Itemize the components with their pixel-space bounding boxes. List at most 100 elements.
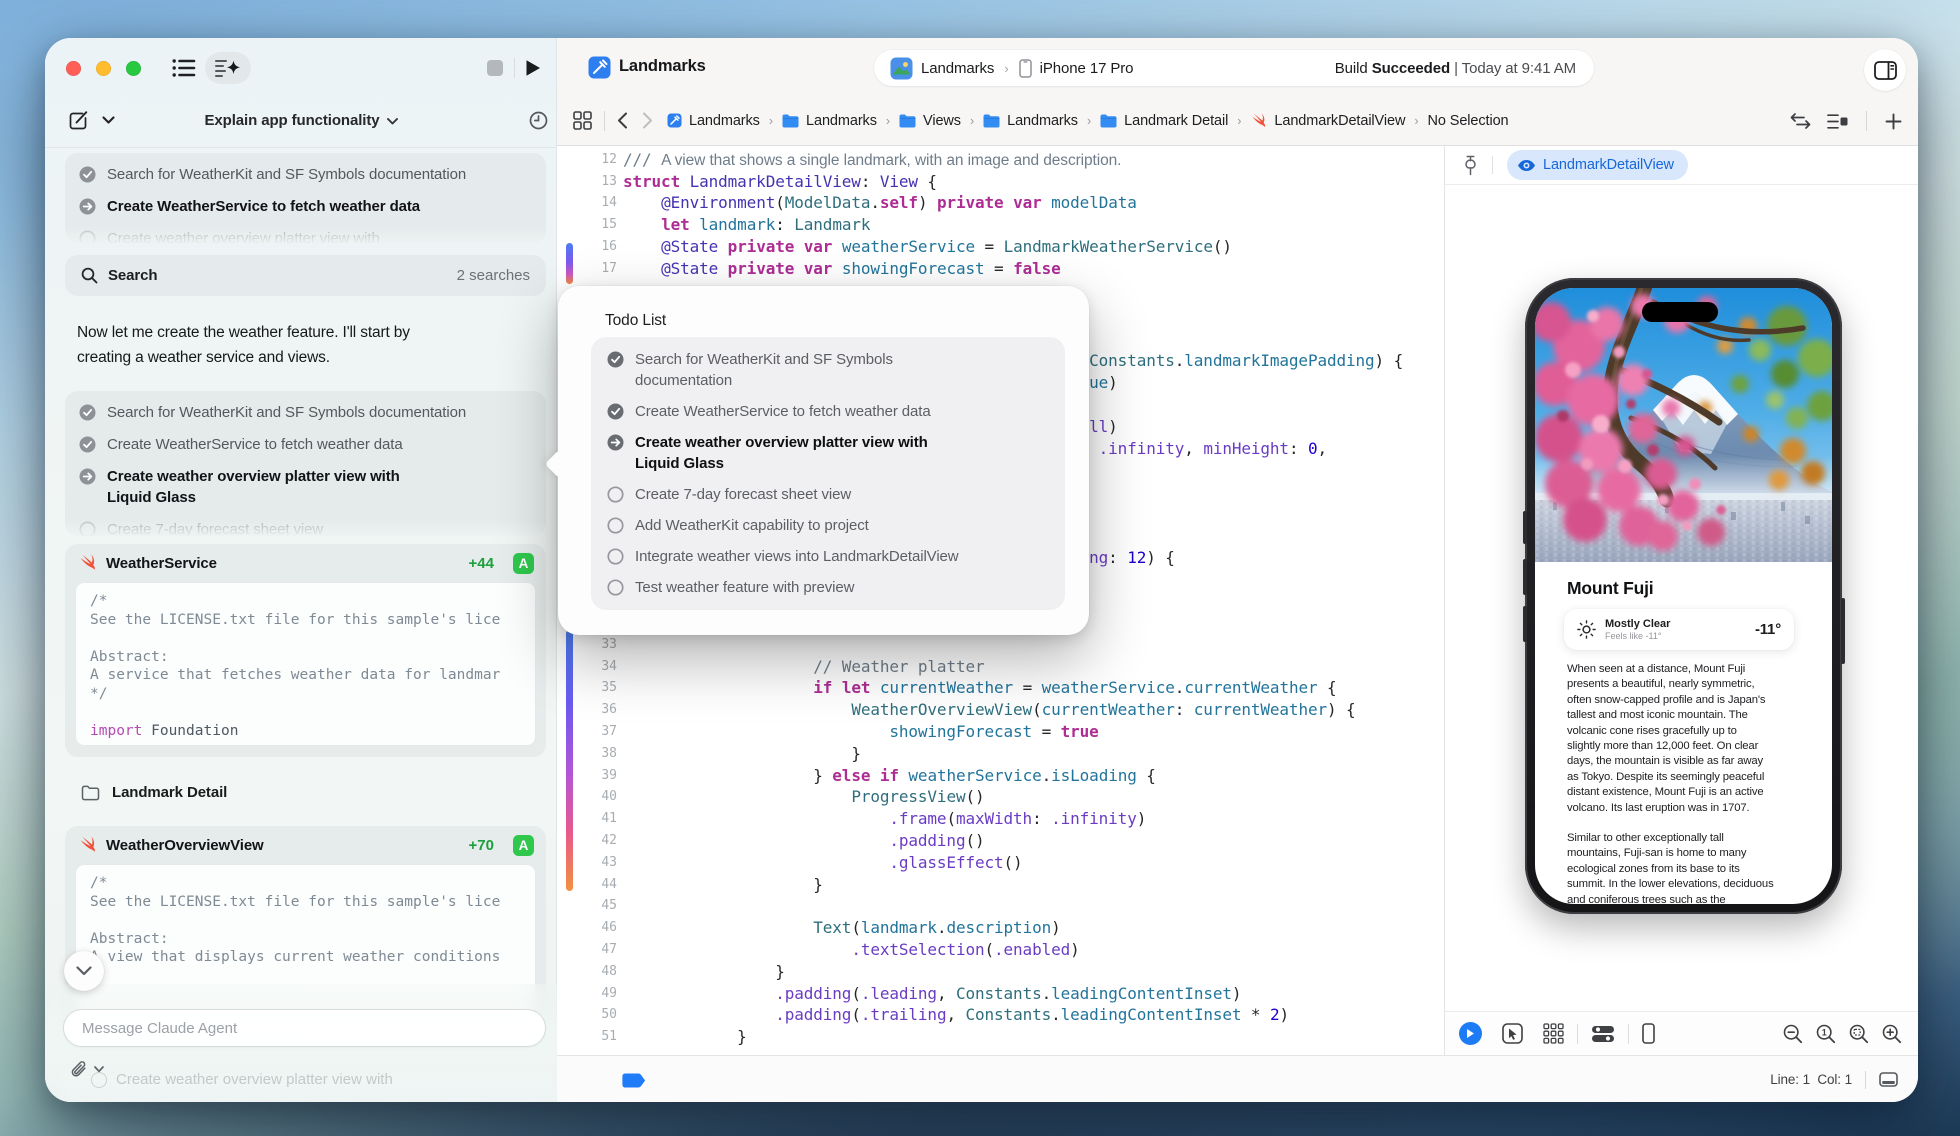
zoom-window-button[interactable] bbox=[126, 61, 141, 76]
breadcrumb-item[interactable]: LandmarkDetailView bbox=[1250, 113, 1405, 129]
todo-item[interactable]: Create weather overview platter view wit… bbox=[79, 466, 532, 508]
related-items-icon[interactable] bbox=[573, 111, 592, 130]
message-input[interactable]: Message Claude Agent bbox=[63, 1009, 546, 1047]
todo-item[interactable]: Create WeatherService to fetch weather d… bbox=[79, 196, 532, 217]
ai-change-strip-2 bbox=[566, 630, 573, 891]
todo-item[interactable]: Add WeatherKit capability to project bbox=[607, 515, 1049, 536]
history-button[interactable] bbox=[528, 110, 548, 130]
todo-item[interactable]: Create 7-day forecast sheet view bbox=[79, 519, 532, 536]
iphone-preview[interactable]: Mount Fuji Mostly Clear bbox=[1525, 278, 1842, 914]
todo-item[interactable]: Create 7-day forecast sheet view bbox=[607, 484, 1049, 505]
popover-title: Todo List bbox=[605, 312, 666, 330]
breadcrumb-item[interactable]: No Selection bbox=[1428, 113, 1509, 129]
todo-item[interactable]: Create weather overview platter view wit… bbox=[79, 228, 532, 243]
preview-target-chip[interactable]: LandmarkDetailView bbox=[1507, 150, 1688, 180]
breadcrumb-item[interactable]: Landmarks bbox=[667, 113, 760, 129]
todo-list-1: Search for WeatherKit and SF Symbols doc… bbox=[65, 153, 546, 243]
code-text: @State private var weatherService = Land… bbox=[623, 236, 1232, 258]
todo-item-label: Create WeatherService to fetch weather d… bbox=[107, 434, 403, 455]
code-text: @Environment(ModelData.self) private var… bbox=[623, 192, 1137, 214]
project-icon bbox=[667, 113, 682, 128]
scheme-pill: Landmarks › iPhone 17 Pro Build Succeede… bbox=[874, 50, 1594, 86]
live-preview-button[interactable] bbox=[1459, 1022, 1482, 1045]
zoom-fit-button[interactable] bbox=[1849, 1024, 1869, 1044]
session-title[interactable]: Explain app functionality bbox=[45, 112, 557, 129]
weather-card: Mostly Clear Feels like -11° -11° bbox=[1564, 609, 1794, 650]
code-text: let landmark: Landmark bbox=[623, 214, 870, 236]
editor-options-icon[interactable] bbox=[1827, 113, 1848, 130]
breakpoint-indicator[interactable] bbox=[622, 1073, 646, 1088]
bottom-bar-toggle-icon[interactable] bbox=[1879, 1072, 1898, 1087]
breadcrumb-item[interactable]: Landmark Detail bbox=[1100, 113, 1228, 129]
line-number: 15 bbox=[557, 214, 617, 236]
todo-summary-card-2[interactable]: Search for WeatherKit and SF Symbols doc… bbox=[65, 391, 546, 536]
agent-mode-toggle[interactable] bbox=[205, 52, 251, 84]
empty-circle-icon bbox=[607, 486, 624, 503]
code-text: .padding(.leading, Constants.leadingCont… bbox=[623, 983, 1241, 1005]
todo-state-icon bbox=[607, 517, 624, 534]
scroll-to-bottom-button[interactable] bbox=[64, 951, 104, 991]
variants-grid-button[interactable] bbox=[1543, 1023, 1564, 1044]
agent-sparkle-icon bbox=[214, 57, 242, 79]
todo-state-icon bbox=[79, 436, 96, 453]
add-editor-icon[interactable] bbox=[1885, 113, 1902, 130]
run-button[interactable] bbox=[523, 58, 543, 78]
code-review-icon[interactable] bbox=[1790, 113, 1811, 129]
todo-item[interactable]: Create WeatherService to fetch weather d… bbox=[607, 401, 1049, 422]
code-text: } bbox=[623, 874, 823, 896]
todo-summary-card-1[interactable]: Search for WeatherKit and SF Symbols doc… bbox=[65, 153, 546, 243]
code-text: ProgressView() bbox=[623, 786, 985, 808]
todo-state-icon bbox=[79, 468, 96, 485]
swift-icon bbox=[78, 836, 97, 854]
group-row-landmark-detail[interactable]: Landmark Detail bbox=[81, 784, 227, 801]
pin-icon[interactable] bbox=[1463, 155, 1478, 176]
close-window-button[interactable] bbox=[66, 61, 81, 76]
todo-item[interactable]: Create weather overview platter view wit… bbox=[607, 432, 1049, 474]
breadcrumb-item[interactable]: Views bbox=[899, 113, 961, 129]
forward-chevron-icon[interactable] bbox=[642, 112, 653, 129]
todo-item[interactable]: Integrate weather views into LandmarkDet… bbox=[607, 546, 1049, 567]
tab-landmarks[interactable]: Landmarks bbox=[619, 57, 706, 76]
code-text: .padding(.trailing, Constants.leadingCon… bbox=[623, 1004, 1289, 1026]
jumpbar-divider bbox=[1866, 111, 1867, 131]
code-line-45: 45 bbox=[557, 895, 1444, 917]
code-preview-line bbox=[90, 703, 535, 722]
build-status[interactable]: Build Succeeded | Today at 9:41 AM bbox=[1335, 50, 1576, 86]
breadcrumb-separator: › bbox=[769, 114, 773, 128]
device-settings-button[interactable] bbox=[1591, 1024, 1615, 1044]
breadcrumb-item[interactable]: Landmarks bbox=[782, 113, 877, 129]
file-card-weatherservice[interactable]: WeatherService +44 A /*See the LICENSE.t… bbox=[65, 544, 546, 757]
todo-item[interactable]: Search for WeatherKit and SF Symbols doc… bbox=[79, 164, 532, 185]
conversation-list-button[interactable] bbox=[171, 57, 197, 79]
back-chevron-icon[interactable] bbox=[617, 112, 628, 129]
zoom-100-button[interactable]: 1 bbox=[1816, 1024, 1836, 1044]
todo-state-icon bbox=[607, 579, 624, 596]
todo-state-icon bbox=[79, 166, 96, 183]
breadcrumb-label: LandmarkDetailView bbox=[1274, 113, 1405, 129]
zoom-out-button[interactable] bbox=[1783, 1024, 1803, 1044]
stop-agent-button[interactable] bbox=[486, 59, 504, 77]
selectable-mode-button[interactable] bbox=[1502, 1023, 1523, 1044]
play-icon bbox=[1466, 1028, 1475, 1039]
todo-item[interactable]: Test weather feature with preview bbox=[607, 577, 1049, 598]
iphone-icon bbox=[1019, 59, 1032, 78]
todo-item[interactable]: Search for WeatherKit and SF Symbols doc… bbox=[79, 402, 532, 423]
todo-item-label: Create 7-day forecast sheet view bbox=[107, 519, 323, 536]
mount-fuji-photo bbox=[1535, 288, 1832, 562]
run-destination[interactable]: iPhone 17 Pro bbox=[1040, 60, 1134, 77]
todo-item[interactable]: Search for WeatherKit and SF Symbols doc… bbox=[607, 349, 1049, 391]
empty-circle-icon bbox=[79, 230, 96, 243]
code-preview-line: Abstract: bbox=[90, 930, 535, 949]
eye-icon bbox=[1517, 159, 1536, 172]
search-activity-row[interactable]: Search 2 searches bbox=[65, 255, 546, 296]
stop-square-icon bbox=[487, 60, 503, 76]
zoom-in-button[interactable] bbox=[1882, 1024, 1902, 1044]
preview-device-button[interactable] bbox=[1642, 1023, 1655, 1044]
inspector-toggle-button[interactable] bbox=[1864, 49, 1906, 91]
todo-item[interactable]: Create WeatherService to fetch weather d… bbox=[79, 434, 532, 455]
breadcrumb-item[interactable]: Landmarks bbox=[983, 113, 1078, 129]
project-tab-icon bbox=[588, 56, 611, 79]
minimize-window-button[interactable] bbox=[96, 61, 111, 76]
code-text: Text(landmark.description) bbox=[623, 917, 1061, 939]
scheme-name[interactable]: Landmarks bbox=[921, 60, 994, 77]
